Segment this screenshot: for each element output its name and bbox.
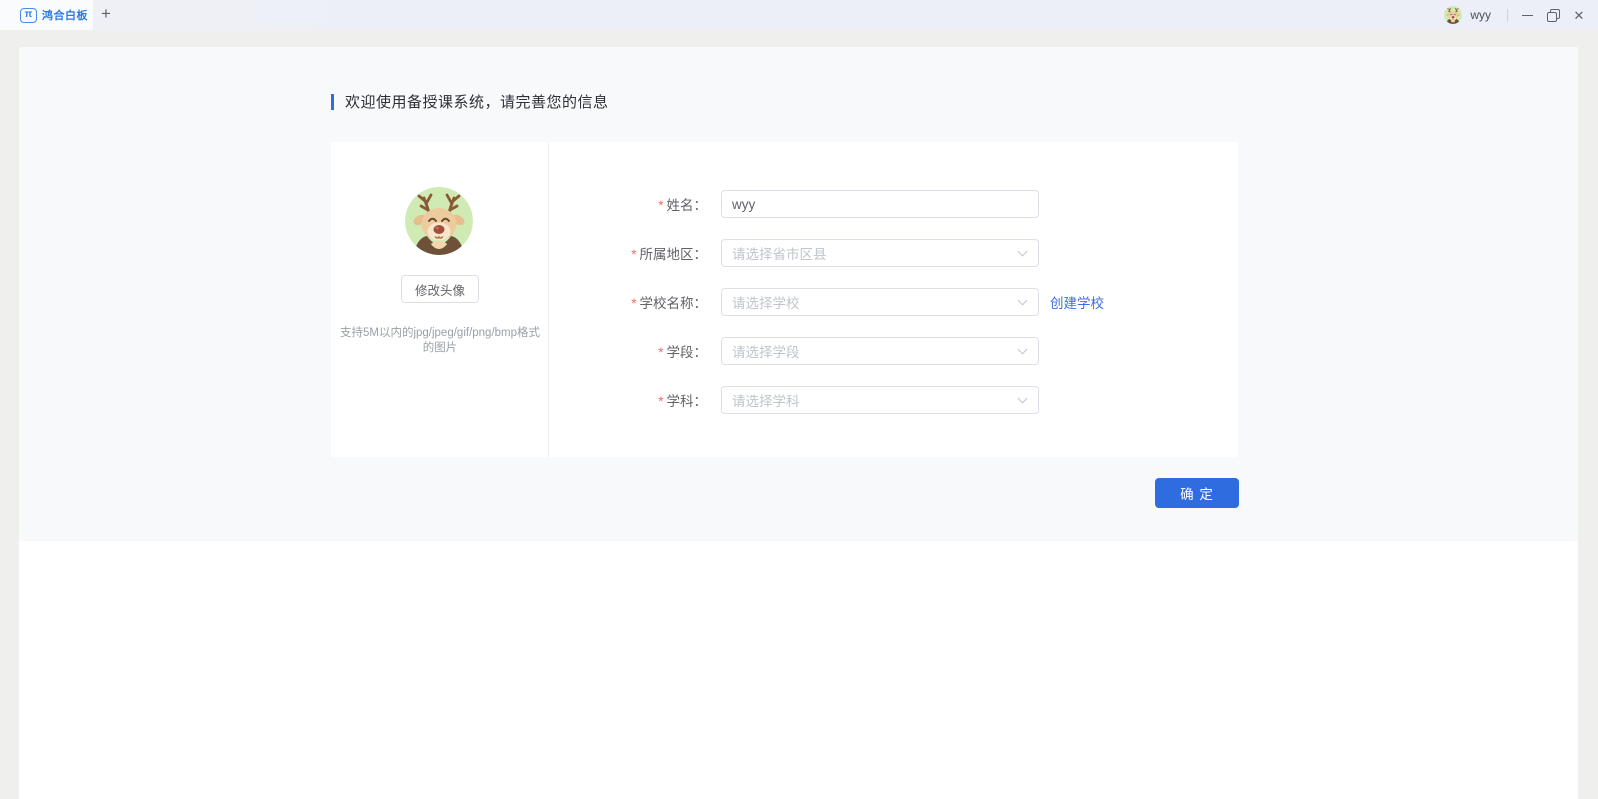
form-row-school: * 学校名称： 请选择学校 创建学校	[549, 288, 1104, 316]
avatar-hint-line2: 的图片	[422, 341, 458, 354]
subject-select[interactable]: 请选择学科	[721, 386, 1039, 414]
profile-setup-section: 欢迎使用备授课系统，请完善您的信息 修改头像 支持5M以内的jpg/jpeg/g…	[19, 47, 1578, 541]
user-name: wyy	[1470, 8, 1491, 22]
titlebar: π 鸿合白板 + wyy ✕	[0, 0, 1598, 30]
page-title: 欢迎使用备授课系统，请完善您的信息	[345, 94, 609, 111]
chevron-down-icon	[1017, 394, 1029, 406]
form-row-stage: * 学段： 请选择学段	[549, 337, 1039, 365]
school-label: * 学校名称：	[631, 296, 707, 311]
minimize-icon	[1521, 14, 1533, 16]
region-label: * 所属地区：	[631, 247, 707, 262]
school-placeholder: 请选择学校	[732, 296, 800, 311]
form-row-name: * 姓名：	[549, 190, 1039, 218]
profile-card: 修改头像 支持5M以内的jpg/jpeg/gif/png/bmp格式 的图片 *…	[331, 142, 1238, 457]
required-marker: *	[631, 247, 637, 262]
form-row-region: * 所属地区： 请选择省市区县	[549, 239, 1039, 267]
app-tab-title: 鸿合白板	[42, 10, 88, 22]
stage-select[interactable]: 请选择学段	[721, 337, 1039, 365]
required-marker: *	[631, 296, 637, 311]
titlebar-right-cluster: wyy ✕	[1444, 0, 1598, 30]
app-logo-icon: π	[20, 7, 37, 23]
chevron-down-icon	[1017, 247, 1029, 259]
restore-icon	[1546, 8, 1560, 22]
close-icon: ✕	[1573, 7, 1585, 23]
new-tab-button[interactable]: +	[96, 0, 116, 30]
required-marker: *	[658, 394, 664, 409]
profile-form: *姓名： *所属地区： 请选择省市区县 *学校名称： 请选择学校	[549, 142, 1238, 457]
change-avatar-button[interactable]: 修改头像	[401, 275, 479, 303]
app-tab[interactable]: π 鸿合白板	[0, 0, 93, 30]
subject-label: * 学科：	[658, 394, 707, 409]
avatar-hint-text: 支持5M以内的jpg/jpeg/gif/png/bmp格式 的图片	[339, 326, 541, 355]
stage-label: * 学段：	[658, 345, 707, 360]
avatar-hint-line1: 支持5M以内的jpg/jpeg/gif/png/bmp格式	[339, 327, 541, 339]
chevron-down-icon	[1017, 296, 1029, 308]
required-marker: *	[658, 345, 664, 360]
required-marker: *	[658, 198, 664, 213]
create-school-link[interactable]: 创建学校	[1050, 292, 1104, 312]
page-heading-row: 欢迎使用备授课系统，请完善您的信息	[331, 91, 609, 112]
region-select[interactable]: 请选择省市区县	[721, 239, 1039, 267]
name-field-box	[721, 190, 1039, 218]
profile-avatar[interactable]	[405, 187, 473, 255]
plus-icon: +	[101, 4, 111, 23]
content-viewport: 欢迎使用备授课系统，请完善您的信息 修改头像 支持5M以内的jpg/jpeg/g…	[19, 47, 1578, 799]
stage-placeholder: 请选择学段	[732, 345, 800, 360]
subject-placeholder: 请选择学科	[732, 394, 800, 409]
form-row-subject: * 学科： 请选择学科	[549, 386, 1039, 414]
titlebar-divider	[1507, 8, 1508, 22]
avatar-panel: 修改头像 支持5M以内的jpg/jpeg/gif/png/bmp格式 的图片	[331, 142, 549, 457]
minimize-button[interactable]	[1514, 0, 1540, 30]
close-button[interactable]: ✕	[1566, 0, 1592, 30]
region-placeholder: 请选择省市区县	[732, 247, 827, 262]
user-avatar[interactable]	[1444, 6, 1462, 24]
heading-accent-bar	[331, 93, 334, 110]
chevron-down-icon	[1017, 345, 1029, 357]
restore-button[interactable]	[1540, 0, 1566, 30]
school-select[interactable]: 请选择学校	[721, 288, 1039, 316]
confirm-button[interactable]: 确 定	[1155, 478, 1239, 508]
name-input[interactable]	[722, 191, 1038, 217]
name-label: * 姓名：	[658, 198, 707, 213]
